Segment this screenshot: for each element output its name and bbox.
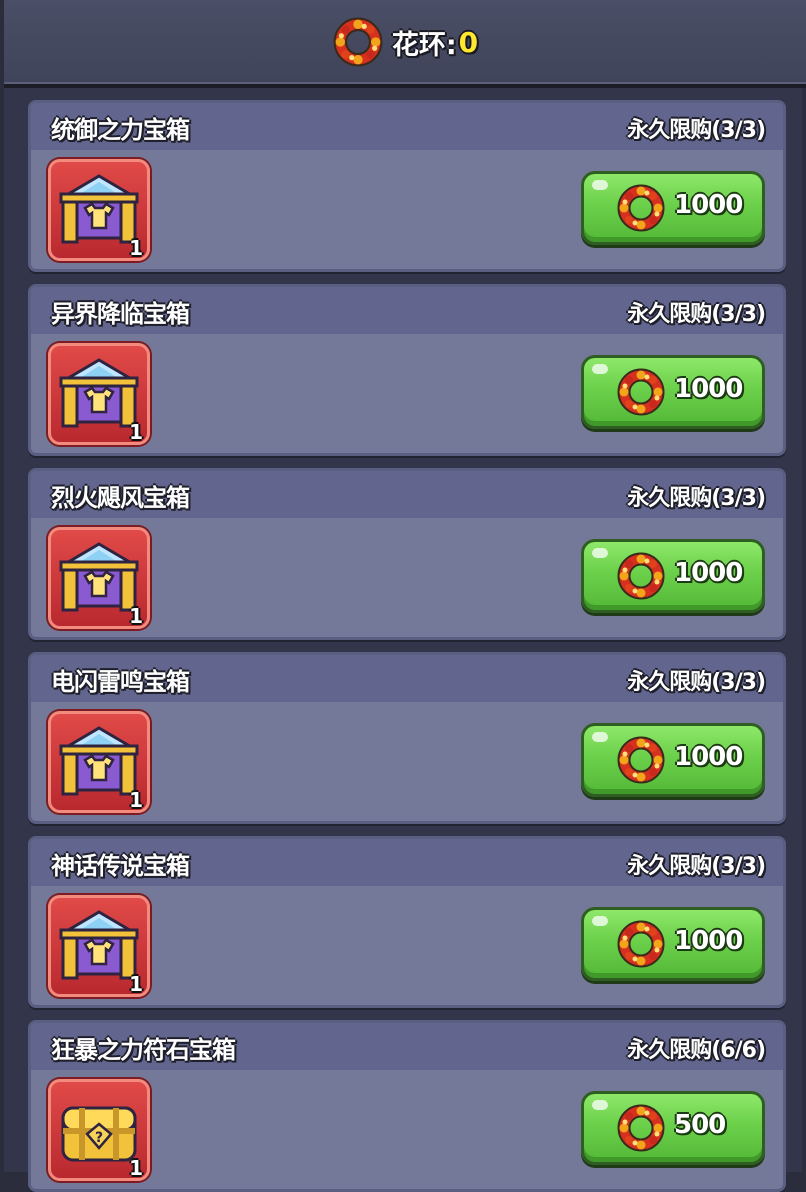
card-header: 统御之力宝箱 永久限购(3/3) — [31, 103, 783, 150]
shop-item-card: 烈火飓风宝箱 永久限购(3/3) 1 1000 — [28, 468, 786, 640]
item-title: 异界降临宝箱 — [51, 300, 190, 328]
buy-price: 1000 — [674, 926, 743, 956]
shop-item-list[interactable]: 统御之力宝箱 永久限购(3/3) 1 1000 异界降临宝箱 永久限购(3/3)… — [4, 88, 802, 1192]
card-header: 烈火飓风宝箱 永久限购(3/3) — [31, 471, 783, 518]
button-gloss — [592, 548, 608, 558]
currency-value: 0 — [458, 25, 479, 59]
wreath-icon — [616, 183, 666, 233]
item-title: 烈火飓风宝箱 — [51, 484, 190, 512]
item-title: 电闪雷鸣宝箱 — [51, 668, 190, 696]
currency-label: 花环: — [391, 29, 457, 61]
item-slot[interactable]: 1 — [48, 711, 150, 813]
button-gloss — [592, 916, 608, 926]
item-slot[interactable]: 1 — [48, 343, 150, 445]
buy-price: 500 — [674, 1110, 726, 1140]
card-header: 狂暴之力符石宝箱 永久限购(6/6) — [31, 1023, 783, 1070]
wreath-icon — [616, 919, 666, 969]
purchase-limit: 永久限购(3/3) — [627, 854, 766, 879]
purchase-limit: 永久限购(3/3) — [627, 486, 766, 511]
shop-item-card: 异界降临宝箱 永久限购(3/3) 1 1000 — [28, 284, 786, 456]
currency-display: 花环: 0 — [4, 0, 806, 84]
shop-item-card: 神话传说宝箱 永久限购(3/3) 1 1000 — [28, 836, 786, 1008]
wreath-icon — [616, 1103, 666, 1153]
currency-bar: 花环: 0 — [4, 0, 806, 88]
shop-window: 花环: 0 统御之力宝箱 永久限购(3/3) 1 1000 异界降临宝箱 永久限… — [0, 0, 806, 1192]
card-header: 神话传说宝箱 永久限购(3/3) — [31, 839, 783, 886]
button-gloss — [592, 732, 608, 742]
item-count: 1 — [129, 1156, 143, 1180]
shop-item-card: 电闪雷鸣宝箱 永久限购(3/3) 1 1000 — [28, 652, 786, 824]
item-slot[interactable]: 1 — [48, 527, 150, 629]
wreath-icon — [616, 367, 666, 417]
buy-price: 1000 — [674, 190, 743, 220]
buy-price: 1000 — [674, 558, 743, 588]
item-count: 1 — [129, 236, 143, 260]
purchase-limit: 永久限购(6/6) — [627, 1038, 766, 1063]
wreath-icon — [616, 551, 666, 601]
shop-item-card: 狂暴之力符石宝箱 永久限购(6/6) 1 500 — [28, 1020, 786, 1192]
item-title: 神话传说宝箱 — [51, 852, 190, 880]
item-slot[interactable]: 1 — [48, 159, 150, 261]
buy-button[interactable]: 1000 — [581, 907, 765, 981]
item-title: 统御之力宝箱 — [51, 116, 190, 144]
card-header: 电闪雷鸣宝箱 永久限购(3/3) — [31, 655, 783, 702]
item-slot[interactable]: 1 — [48, 895, 150, 997]
item-title: 狂暴之力符石宝箱 — [51, 1036, 236, 1064]
purchase-limit: 永久限购(3/3) — [627, 302, 766, 327]
purchase-limit: 永久限购(3/3) — [627, 670, 766, 695]
buy-price: 1000 — [674, 374, 743, 404]
wreath-icon — [332, 16, 384, 68]
buy-button[interactable]: 1000 — [581, 171, 765, 245]
wreath-icon — [616, 735, 666, 785]
button-gloss — [592, 364, 608, 374]
button-gloss — [592, 1100, 608, 1110]
buy-button[interactable]: 500 — [581, 1091, 765, 1165]
item-count: 1 — [129, 420, 143, 444]
buy-price: 1000 — [674, 742, 743, 772]
buy-button[interactable]: 1000 — [581, 539, 765, 613]
item-count: 1 — [129, 788, 143, 812]
item-count: 1 — [129, 972, 143, 996]
buy-button[interactable]: 1000 — [581, 355, 765, 429]
purchase-limit: 永久限购(3/3) — [627, 118, 766, 143]
buy-button[interactable]: 1000 — [581, 723, 765, 797]
shop-item-card: 统御之力宝箱 永久限购(3/3) 1 1000 — [28, 100, 786, 272]
item-slot[interactable]: 1 — [48, 1079, 150, 1181]
item-count: 1 — [129, 604, 143, 628]
card-header: 异界降临宝箱 永久限购(3/3) — [31, 287, 783, 334]
button-gloss — [592, 180, 608, 190]
